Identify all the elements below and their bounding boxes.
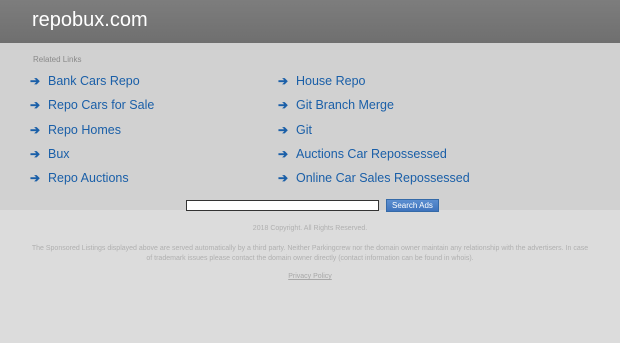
related-link-label: Bux xyxy=(48,147,70,162)
arrow-right-icon: ➔ xyxy=(30,74,41,89)
related-link[interactable]: ➔ Repo Cars for Sale xyxy=(30,93,154,117)
arrow-right-icon: ➔ xyxy=(278,98,289,113)
disclaimer-text: The Sponsored Listings displayed above a… xyxy=(31,245,589,262)
arrow-right-icon: ➔ xyxy=(278,74,289,89)
privacy-policy-link[interactable]: Privacy Policy xyxy=(288,273,332,280)
footer: 2018 Copyright. All Rights Reserved. The… xyxy=(0,222,620,283)
related-link[interactable]: ➔ Online Car Sales Repossessed xyxy=(278,166,470,190)
related-link-label: Repo Auctions xyxy=(48,171,129,186)
related-link[interactable]: ➔ Git Branch Merge xyxy=(278,93,470,117)
search-ads-button[interactable]: Search Ads xyxy=(386,199,439,212)
related-link[interactable]: ➔ Repo Auctions xyxy=(30,166,154,190)
arrow-right-icon: ➔ xyxy=(30,147,41,162)
related-link[interactable]: ➔ Bank Cars Repo xyxy=(30,69,154,93)
arrow-right-icon: ➔ xyxy=(278,171,289,186)
related-link[interactable]: ➔ Bux xyxy=(30,142,154,166)
arrow-right-icon: ➔ xyxy=(30,98,41,113)
related-link-label: Repo Cars for Sale xyxy=(48,98,155,113)
related-link-label: Git xyxy=(296,122,312,137)
related-link[interactable]: ➔ Repo Homes xyxy=(30,118,154,142)
arrow-right-icon: ➔ xyxy=(278,147,289,162)
related-link[interactable]: ➔ Git xyxy=(278,118,470,142)
related-link-label: Bank Cars Repo xyxy=(48,74,140,89)
related-link-label: Online Car Sales Repossessed xyxy=(296,171,470,186)
header-bar: repobux.com xyxy=(0,0,620,43)
search-bar: Search Ads xyxy=(186,199,439,212)
related-link[interactable]: ➔ Auctions Car Repossessed xyxy=(278,142,470,166)
links-column-left: ➔ Bank Cars Repo ➔ Repo Cars for Sale ➔ Rep… xyxy=(30,69,154,190)
arrow-right-icon: ➔ xyxy=(30,122,41,137)
related-link-label: Git Branch Merge xyxy=(296,98,394,113)
related-link-label: House Repo xyxy=(296,74,366,89)
related-link-label: Auctions Car Repossessed xyxy=(296,147,447,162)
copyright-text: 2018 Copyright. All Rights Reserved. xyxy=(252,225,368,232)
arrow-right-icon: ➔ xyxy=(30,171,41,186)
related-links-label: Related Links xyxy=(33,55,82,64)
related-links-panel: Related Links ➔ Bank Cars Repo ➔ Repo Cars… xyxy=(0,43,620,210)
related-link-label: Repo Homes xyxy=(48,122,121,137)
site-title: repobux.com xyxy=(32,9,148,31)
links-column-right: ➔ House Repo ➔ Git Branch Merge ➔ Git ➔ Auct… xyxy=(278,69,470,190)
related-link[interactable]: ➔ House Repo xyxy=(278,69,470,93)
search-input[interactable] xyxy=(186,200,379,211)
arrow-right-icon: ➔ xyxy=(278,122,289,137)
